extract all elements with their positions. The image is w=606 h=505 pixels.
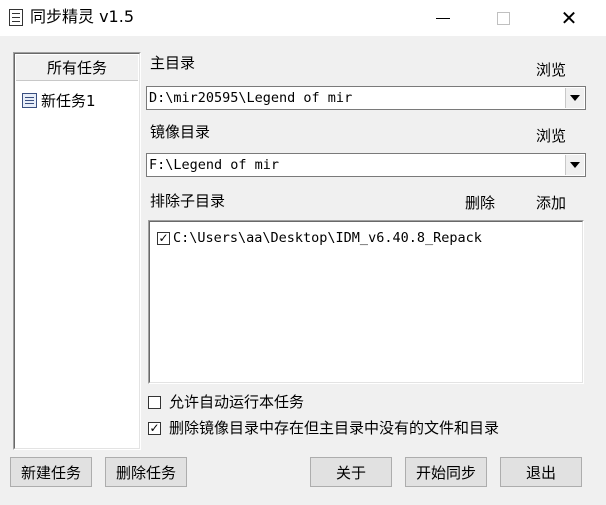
- about-button[interactable]: 关于: [310, 457, 392, 487]
- task-list-header[interactable]: 所有任务: [16, 55, 138, 81]
- check-icon: ✓: [149, 421, 160, 435]
- list-item[interactable]: ✓ C:\Users\aa\Desktop\IDM_v6.40.8_Repack: [157, 229, 482, 247]
- main-dir-combobox[interactable]: D:\mir20595\Legend of mir: [146, 86, 586, 110]
- minimize-button[interactable]: [420, 0, 466, 36]
- main-dir-value[interactable]: D:\mir20595\Legend of mir: [149, 89, 563, 107]
- task-item[interactable]: 新任务1: [22, 89, 96, 111]
- close-button[interactable]: ✕: [546, 0, 592, 36]
- task-item-label: 新任务1: [41, 91, 96, 110]
- main-dir-browse-button[interactable]: 浏览: [536, 60, 566, 80]
- app-icon: [9, 9, 23, 26]
- window-title: 同步精灵 v1.5: [30, 7, 135, 26]
- exclude-dir-label: 排除子目录: [150, 192, 226, 210]
- delete-task-button[interactable]: 删除任务: [105, 457, 187, 487]
- delete-extra-checkbox[interactable]: ✓: [148, 421, 161, 435]
- mirror-dir-combobox[interactable]: F:\Legend of mir: [146, 153, 586, 177]
- auto-run-option[interactable]: 允许自动运行本任务: [148, 392, 304, 412]
- exclude-delete-button[interactable]: 删除: [465, 193, 495, 213]
- exit-button[interactable]: 退出: [500, 457, 582, 487]
- maximize-icon: [496, 11, 510, 25]
- task-document-icon: [22, 92, 37, 108]
- auto-run-label: 允许自动运行本任务: [169, 393, 305, 411]
- task-list-panel[interactable]: 所有任务 新任务1: [13, 52, 141, 450]
- main-dir-dropdown-button[interactable]: [565, 88, 584, 108]
- exclude-add-button[interactable]: 添加: [536, 193, 566, 213]
- title-bar: 同步精灵 v1.5 ✕: [0, 0, 606, 36]
- app-window: 同步精灵 v1.5 ✕ 所有任务 新任务1 主目录 浏览 D:\mir20595…: [0, 0, 606, 505]
- start-sync-button[interactable]: 开始同步: [405, 457, 487, 487]
- exclude-item-checkbox[interactable]: ✓: [157, 231, 170, 245]
- mirror-dir-dropdown-button[interactable]: [565, 155, 584, 175]
- check-icon: ✓: [158, 231, 169, 245]
- minimize-icon: [436, 17, 450, 19]
- new-task-button[interactable]: 新建任务: [10, 457, 92, 487]
- chevron-down-icon: [570, 162, 580, 168]
- delete-extra-label: 删除镜像目录中存在但主目录中没有的文件和目录: [169, 419, 500, 437]
- chevron-down-icon: [570, 95, 580, 101]
- mirror-dir-browse-button[interactable]: 浏览: [536, 126, 566, 146]
- close-icon: ✕: [560, 6, 578, 30]
- delete-extra-option[interactable]: ✓ 删除镜像目录中存在但主目录中没有的文件和目录: [148, 418, 499, 438]
- exclude-item-path: C:\Users\aa\Desktop\IDM_v6.40.8_Repack: [173, 230, 482, 246]
- auto-run-checkbox[interactable]: [148, 395, 161, 409]
- maximize-button[interactable]: [480, 0, 526, 36]
- mirror-dir-label: 镜像目录: [150, 123, 211, 141]
- mirror-dir-value[interactable]: F:\Legend of mir: [149, 156, 563, 174]
- main-dir-label: 主目录: [150, 54, 196, 72]
- exclude-dir-list[interactable]: ✓ C:\Users\aa\Desktop\IDM_v6.40.8_Repack: [148, 220, 584, 384]
